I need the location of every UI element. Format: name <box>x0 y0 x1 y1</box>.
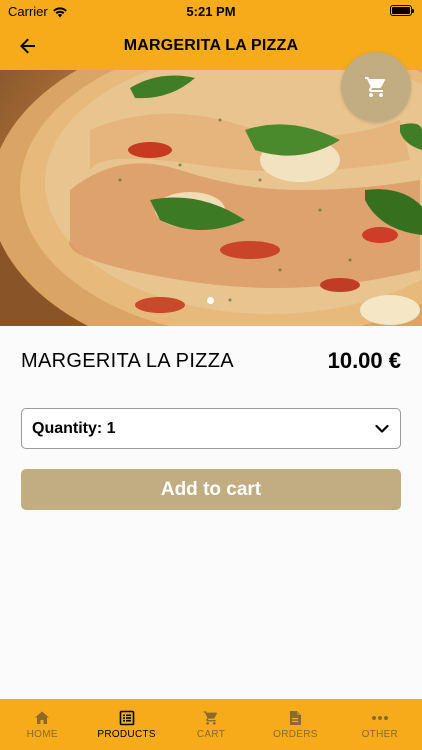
tab-home-label: HOME <box>26 729 58 740</box>
floating-cart-button[interactable] <box>341 52 411 122</box>
product-name: MARGERITA LA PIZZA <box>21 350 234 372</box>
list-icon <box>119 710 134 726</box>
tab-home[interactable]: HOME <box>0 699 84 750</box>
cart-icon <box>203 711 218 725</box>
quantity-select[interactable]: Quantity: 1 <box>21 408 401 449</box>
bottom-tab-bar: HOME PRODUCTS CART ORDERS OTHER <box>0 699 422 750</box>
quantity-select-label: Quantity: 1 <box>32 420 116 437</box>
tab-other-label: OTHER <box>361 729 399 740</box>
tab-cart-label: CART <box>196 729 226 740</box>
back-button[interactable] <box>14 34 42 58</box>
shopping-cart-icon <box>365 77 386 97</box>
battery-icon <box>390 5 414 16</box>
arrow-left-icon <box>20 38 35 54</box>
tab-orders-label: ORDERS <box>273 729 318 740</box>
home-icon <box>35 711 50 724</box>
tab-products[interactable]: PRODUCTS <box>84 699 168 750</box>
product-price: 10.00 € <box>327 348 401 373</box>
carousel-page-dot[interactable] <box>207 297 214 304</box>
status-time: 5:21 PM <box>186 4 236 19</box>
tab-orders[interactable]: ORDERS <box>253 699 337 750</box>
document-icon <box>290 711 302 725</box>
tab-products-label: PRODUCTS <box>97 729 156 740</box>
status-bar: Carrier 5:21 PM <box>0 0 422 22</box>
add-to-cart-button[interactable]: Add to cart <box>21 469 401 510</box>
more-dots-icon <box>371 716 388 720</box>
tab-other[interactable]: OTHER <box>338 699 422 750</box>
chevron-down-icon <box>375 424 389 433</box>
tab-cart[interactable]: CART <box>169 699 253 750</box>
page-title: MARGERITA LA PIZZA <box>123 37 299 54</box>
